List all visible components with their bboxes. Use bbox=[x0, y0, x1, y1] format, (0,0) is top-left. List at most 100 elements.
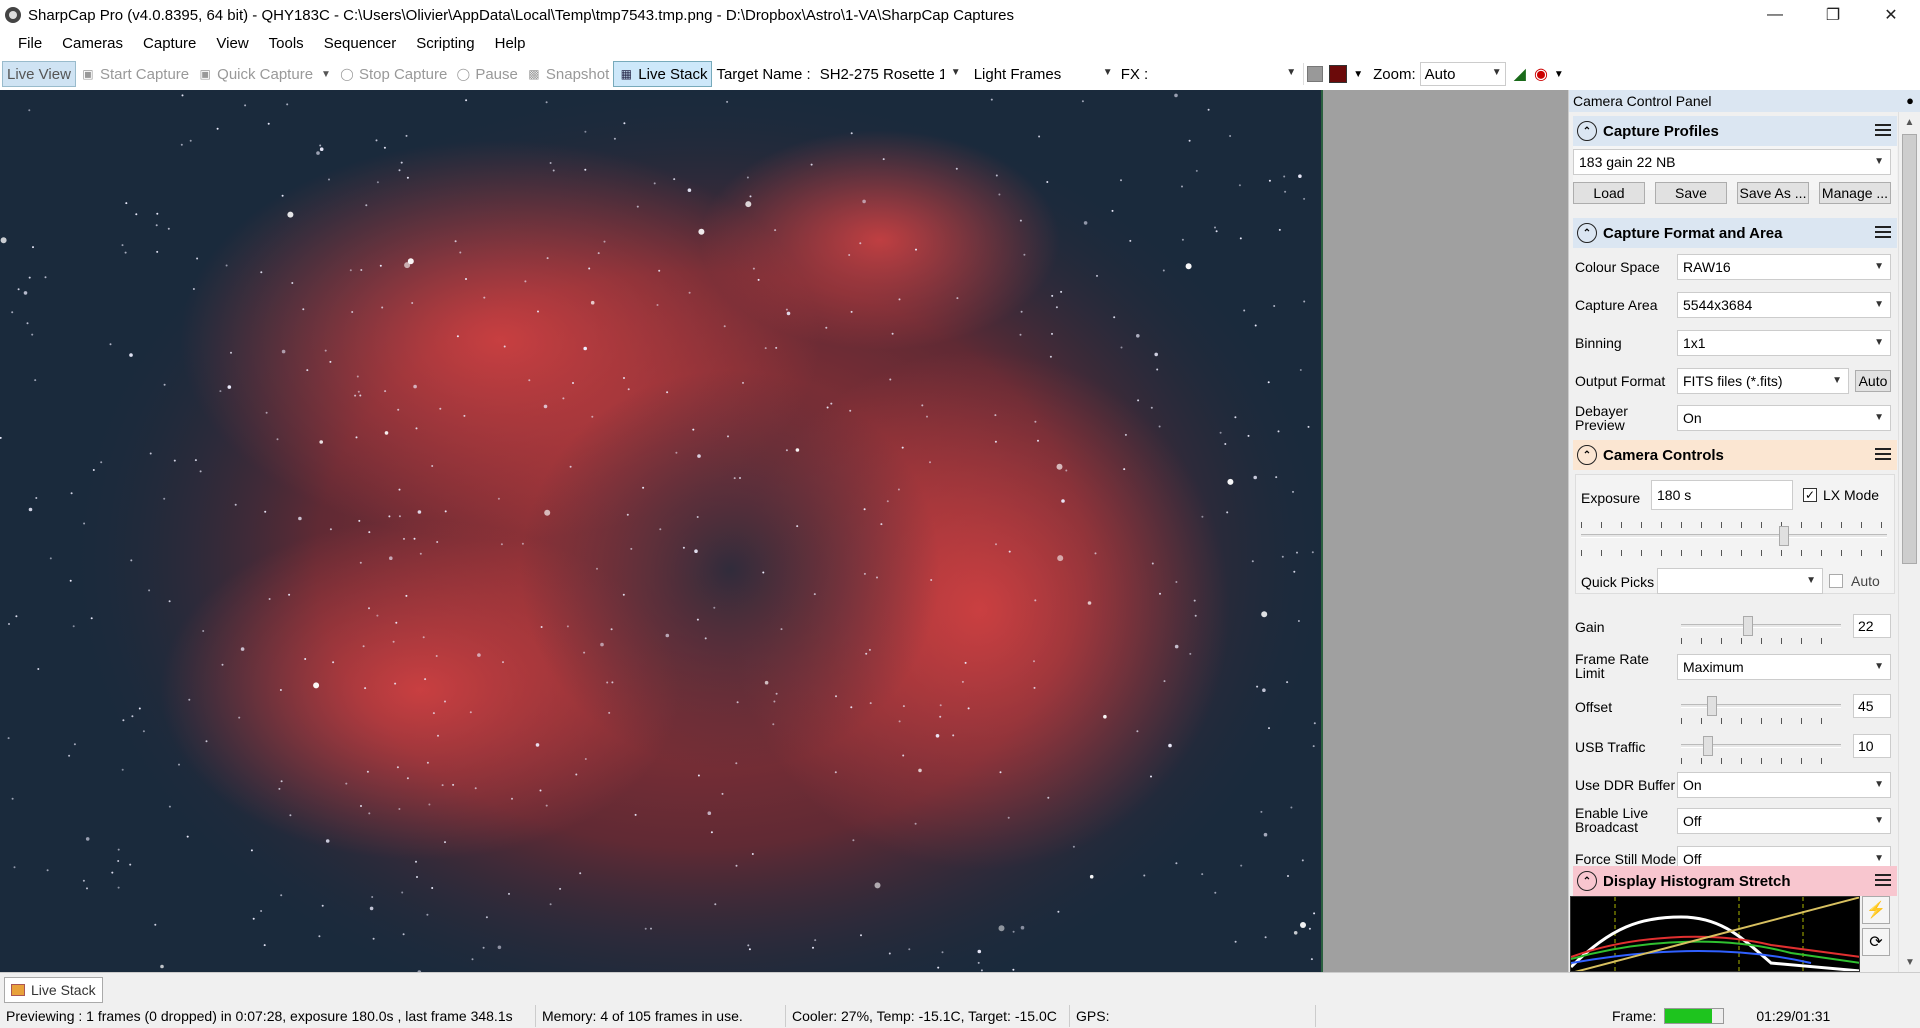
collapse-icon[interactable]: ⌃ bbox=[1577, 871, 1597, 891]
stop-capture-button[interactable]: ◯ Stop Capture bbox=[335, 61, 451, 87]
menu-view[interactable]: View bbox=[206, 30, 258, 58]
chevron-down-icon[interactable]: ▼ bbox=[1286, 67, 1296, 78]
quick-capture-button[interactable]: ▣ Quick Capture ▼ bbox=[193, 61, 335, 87]
frame-type-combo[interactable]: Light Frames ▼ bbox=[968, 62, 1117, 86]
menu-sequencer[interactable]: Sequencer bbox=[314, 30, 407, 58]
pin-icon[interactable]: ● bbox=[1906, 93, 1914, 108]
offset-slider-thumb[interactable] bbox=[1707, 696, 1717, 716]
start-capture-button[interactable]: ▣ Start Capture bbox=[76, 61, 193, 87]
gain-input[interactable]: 22 bbox=[1853, 614, 1891, 638]
ddr-buffer-select[interactable]: On ▼ bbox=[1677, 772, 1891, 798]
usb-traffic-input[interactable]: 10 bbox=[1853, 734, 1891, 758]
snapshot-button[interactable]: ▩ Snapshot bbox=[522, 61, 613, 87]
chevron-down-icon[interactable]: ▼ bbox=[1492, 67, 1502, 78]
menu-help[interactable]: Help bbox=[485, 30, 536, 58]
chevron-down-icon[interactable]: ▼ bbox=[1103, 67, 1113, 78]
debayer-select[interactable]: On ▼ bbox=[1677, 405, 1891, 431]
live-broadcast-select[interactable]: Off ▼ bbox=[1677, 808, 1891, 834]
scroll-down-icon[interactable]: ▼ bbox=[1899, 952, 1920, 972]
menu-tools[interactable]: Tools bbox=[259, 30, 314, 58]
collapse-icon[interactable]: ⌃ bbox=[1577, 223, 1597, 243]
auto-label: Auto bbox=[1858, 373, 1888, 389]
menu-icon[interactable] bbox=[1875, 448, 1891, 460]
minimize-button[interactable]: — bbox=[1746, 0, 1804, 30]
output-format-select[interactable]: FITS files (*.fits) ▼ bbox=[1677, 368, 1849, 394]
menu-scripting[interactable]: Scripting bbox=[406, 30, 484, 58]
usb-traffic-slider-thumb[interactable] bbox=[1703, 736, 1713, 756]
rosette-nebula-image[interactable] bbox=[0, 90, 1323, 972]
histogram-graph[interactable] bbox=[1570, 896, 1860, 972]
close-button[interactable]: ✕ bbox=[1862, 0, 1920, 30]
chevron-down-icon[interactable]: ▼ bbox=[321, 69, 331, 80]
save-as-button[interactable]: Save As ... bbox=[1737, 182, 1809, 204]
exposure-input[interactable]: 180 s bbox=[1651, 480, 1793, 510]
status-previewing: Previewing : 1 frames (0 dropped) in 0:0… bbox=[0, 1005, 536, 1027]
menu-icon[interactable] bbox=[1875, 226, 1891, 238]
chevron-down-icon: ▼ bbox=[1832, 375, 1842, 386]
menu-file[interactable]: File bbox=[8, 30, 52, 58]
collapse-icon[interactable]: ⌃ bbox=[1577, 445, 1597, 465]
quick-picks-select[interactable]: ▼ bbox=[1657, 568, 1823, 594]
restore-button[interactable]: ❐ bbox=[1804, 0, 1862, 30]
binning-row: Binning 1x1 ▼ bbox=[1573, 328, 1897, 358]
menu-capture[interactable]: Capture bbox=[133, 30, 206, 58]
offset-input[interactable]: 45 bbox=[1853, 694, 1891, 718]
profile-value: 183 gain 22 NB bbox=[1579, 154, 1676, 170]
scrollbar-thumb[interactable] bbox=[1902, 134, 1917, 564]
menu-icon[interactable] bbox=[1875, 874, 1891, 886]
gain-slider[interactable] bbox=[1681, 624, 1841, 628]
capture-area-row: Capture Area 5544x3684 ▼ bbox=[1573, 290, 1897, 320]
histogram-icon[interactable]: ◢ bbox=[1514, 64, 1526, 84]
quick-picks-auto-checkbox[interactable] bbox=[1829, 574, 1843, 588]
chevron-down-icon[interactable]: ▼ bbox=[1353, 69, 1363, 80]
frame-rate-select[interactable]: Maximum ▼ bbox=[1677, 654, 1891, 680]
histogram-stretch-header[interactable]: ⌃ Display Histogram Stretch bbox=[1573, 866, 1897, 896]
reset-stretch-icon[interactable]: ⟳ bbox=[1862, 928, 1890, 956]
exposure-slider-thumb[interactable] bbox=[1779, 526, 1789, 546]
manage-button[interactable]: Manage ... bbox=[1819, 182, 1891, 204]
fx-combo[interactable]: ▼ bbox=[1152, 62, 1301, 86]
image-viewer[interactable] bbox=[0, 90, 1568, 972]
grey-box-icon[interactable] bbox=[1307, 66, 1324, 82]
lx-mode-checkbox[interactable]: ✓ bbox=[1803, 488, 1817, 502]
menu-cameras[interactable]: Cameras bbox=[52, 30, 133, 58]
capture-profiles-header[interactable]: ⌃ Capture Profiles bbox=[1573, 116, 1897, 146]
colour-space-select[interactable]: RAW16 ▼ bbox=[1677, 254, 1891, 280]
target-name-combo[interactable]: SH2-275 Rosette 1! ▼ bbox=[814, 62, 965, 86]
panel-scrollbar[interactable]: ▲ ▼ bbox=[1898, 112, 1920, 972]
capture-area-select[interactable]: 5544x3684 ▼ bbox=[1677, 292, 1891, 318]
scroll-up-icon[interactable]: ▲ bbox=[1899, 112, 1920, 132]
live-view-button[interactable]: Live View bbox=[2, 61, 76, 87]
status-cooler: Cooler: 27%, Temp: -15.1C, Target: -15.0… bbox=[786, 1005, 1070, 1027]
sharpcap-app-icon[interactable] bbox=[2, 4, 24, 26]
histogram-buttons: ⚡ ⟳ bbox=[1862, 896, 1890, 960]
snapshot-icon: ▩ bbox=[528, 67, 540, 81]
menu-icon[interactable] bbox=[1875, 124, 1891, 136]
ddr-buffer-label: Use DDR Buffer bbox=[1575, 777, 1676, 793]
live-stack-button[interactable]: ▦ Live Stack bbox=[613, 61, 713, 87]
collapse-icon[interactable]: ⌃ bbox=[1577, 121, 1597, 141]
gain-slider-thumb[interactable] bbox=[1743, 616, 1753, 636]
output-format-auto-button[interactable]: Auto bbox=[1855, 370, 1891, 392]
chevron-down-icon: ▼ bbox=[1874, 412, 1884, 423]
profile-select[interactable]: 183 gain 22 NB ▼ bbox=[1573, 149, 1891, 175]
auto-stretch-icon[interactable]: ⚡ bbox=[1862, 896, 1890, 924]
zoom-combo[interactable]: Auto ▼ bbox=[1419, 62, 1506, 86]
zoom-magnifier-icon[interactable]: ◉ bbox=[1534, 64, 1548, 84]
offset-slider[interactable] bbox=[1681, 704, 1841, 708]
chevron-down-icon[interactable]: ▼ bbox=[951, 67, 961, 78]
save-button[interactable]: Save bbox=[1655, 182, 1727, 204]
capture-area-value: 5544x3684 bbox=[1683, 297, 1753, 313]
target-name-value: SH2-275 Rosette 1! bbox=[819, 65, 944, 83]
camera-controls-header[interactable]: ⌃ Camera Controls bbox=[1573, 440, 1897, 470]
reticle-icon[interactable] bbox=[1329, 65, 1348, 83]
still-mode-value: Off bbox=[1683, 851, 1702, 867]
status-frame: Frame: bbox=[1606, 1005, 1730, 1027]
pause-button[interactable]: ◯ Pause bbox=[451, 61, 522, 87]
tab-live-stack[interactable]: Live Stack bbox=[4, 977, 103, 1003]
load-button[interactable]: Load bbox=[1573, 182, 1645, 204]
capture-format-header[interactable]: ⌃ Capture Format and Area bbox=[1573, 218, 1897, 248]
chevron-down-icon[interactable]: ▼ bbox=[1554, 69, 1564, 80]
exposure-slider[interactable] bbox=[1581, 534, 1887, 538]
binning-select[interactable]: 1x1 ▼ bbox=[1677, 330, 1891, 356]
